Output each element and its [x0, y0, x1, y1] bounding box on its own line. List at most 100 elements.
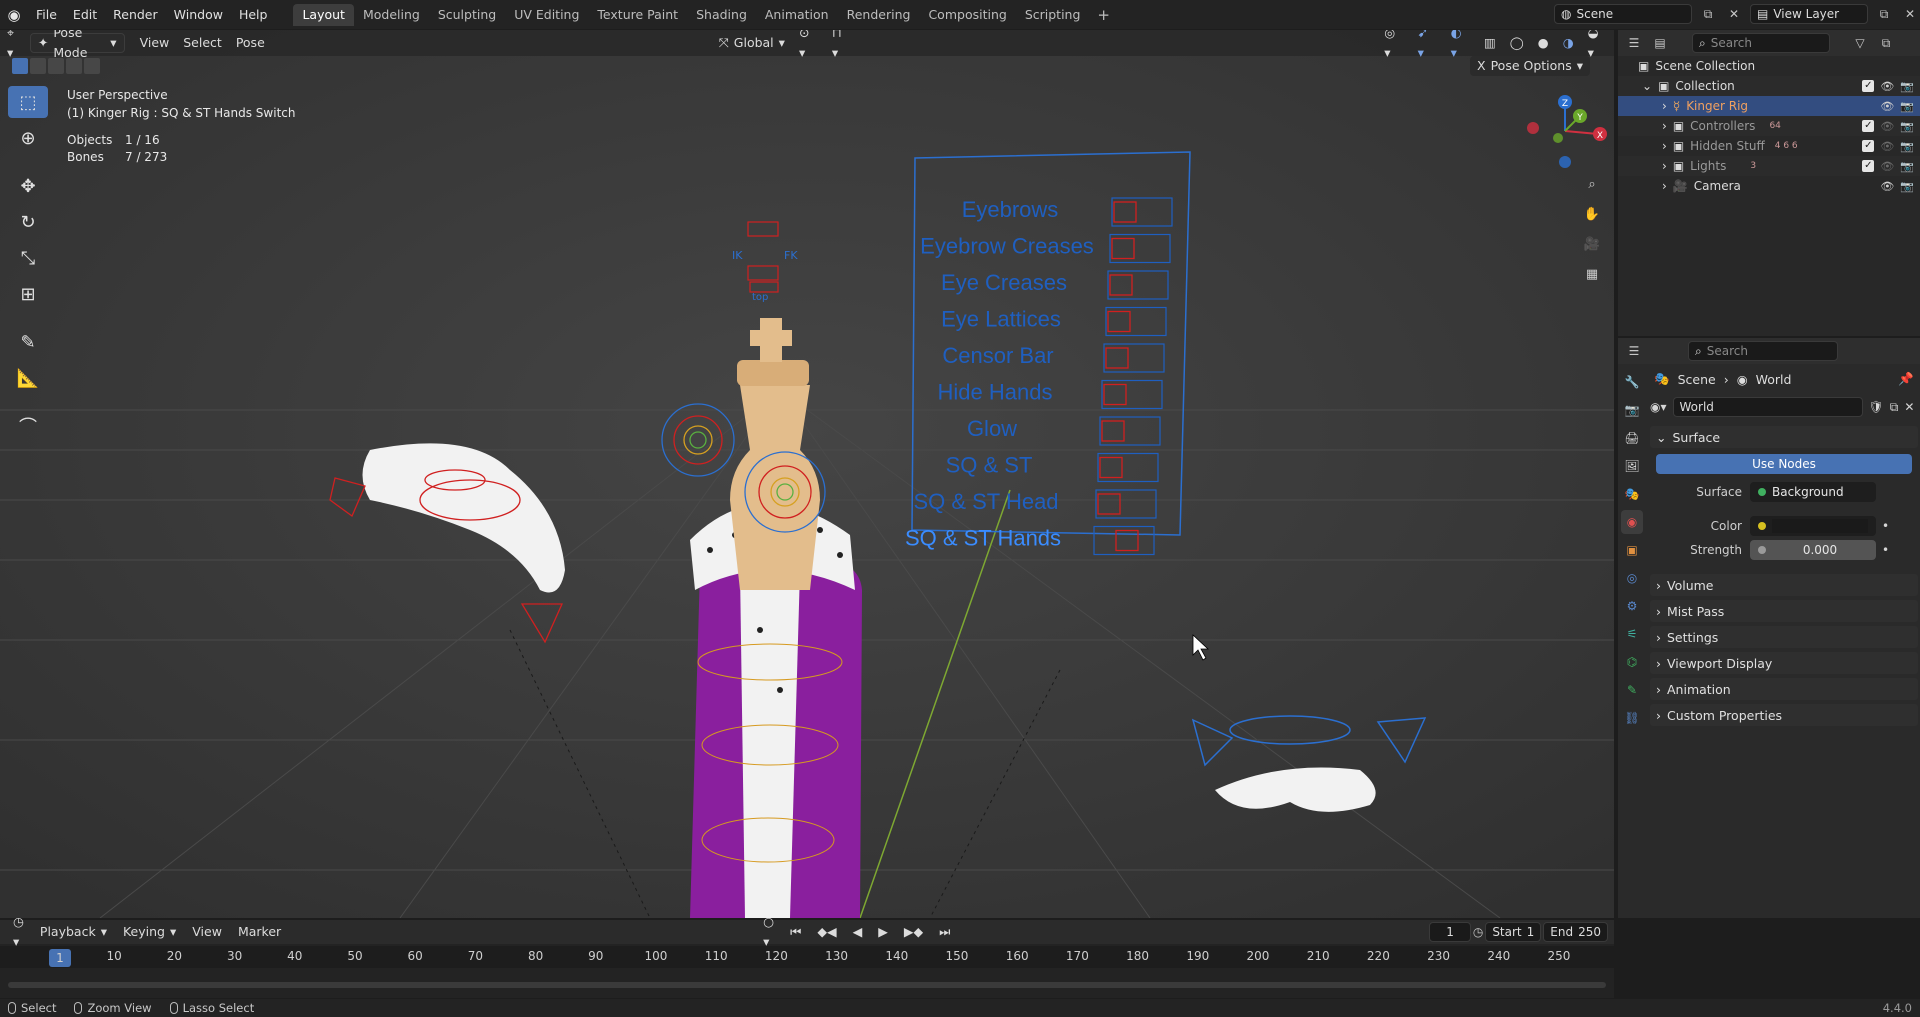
object-data-tab-icon[interactable]: ⌬: [1621, 650, 1643, 674]
animation-panel-header[interactable]: › Animation: [1650, 678, 1918, 700]
camera-icon[interactable]: 📷: [1900, 140, 1914, 153]
auto-key-icon[interactable]: ○ ▾: [756, 914, 781, 949]
outliner-search[interactable]: ⌕ Search: [1692, 33, 1830, 53]
tab-layout[interactable]: Layout: [293, 3, 354, 26]
world-name-field[interactable]: World: [1672, 397, 1863, 417]
3d-viewport[interactable]: Eyebrows Eyebrow Creases Eye Creases Eye La…: [0, 30, 1614, 918]
object-tab-icon[interactable]: ▣: [1621, 538, 1643, 562]
exclude-checkbox[interactable]: ✓: [1862, 159, 1875, 172]
eye-icon[interactable]: 👁: [1880, 160, 1894, 173]
tab-scripting[interactable]: Scripting: [1016, 4, 1090, 26]
outliner-row-hidden-stuff[interactable]: › ▣ Hidden Stuff 4 6 6 ✓ 👁 📷: [1618, 136, 1920, 156]
world-tab-icon[interactable]: ◉: [1621, 510, 1643, 534]
camera-icon[interactable]: 📷: [1900, 100, 1914, 113]
tab-texture-paint[interactable]: Texture Paint: [588, 4, 687, 26]
jump-keyframe-back-icon[interactable]: ◆◀: [810, 922, 843, 942]
keyframe-dot-icon[interactable]: •: [1882, 519, 1889, 533]
keyframe-dot-icon[interactable]: •: [1882, 543, 1889, 557]
tab-animation[interactable]: Animation: [756, 4, 838, 26]
tab-compositing[interactable]: Compositing: [919, 4, 1015, 26]
delete-scene-icon[interactable]: ✕: [1724, 4, 1744, 24]
snap-icon[interactable]: ⊓ ▾: [825, 30, 857, 60]
eye-icon[interactable]: 👁: [1880, 140, 1894, 153]
pivot-icon[interactable]: ⊙ ▾: [792, 30, 825, 60]
camera-icon[interactable]: 📷: [1900, 120, 1914, 133]
gizmo-toggle-icon[interactable]: ➹ ▾: [1411, 30, 1444, 60]
shading-solid-icon[interactable]: ●: [1531, 33, 1556, 53]
surface-panel-header[interactable]: ⌄ Surface: [1650, 426, 1918, 448]
frame-ruler[interactable]: 1 10 20 30 40 50 60 70 80 90 100 110 120 130 140 150 160…: [0, 946, 1614, 968]
exclude-checkbox[interactable]: ✓: [1862, 139, 1875, 152]
menu-render[interactable]: Render: [105, 4, 166, 26]
editor-type-icon[interactable]: ◷ ▾: [6, 914, 31, 949]
chevron-right-icon[interactable]: ›: [1662, 99, 1667, 113]
shading-wireframe-icon[interactable]: ◯: [1503, 33, 1531, 53]
chevron-right-icon[interactable]: ›: [1662, 119, 1667, 133]
overlay-toggle-icon[interactable]: ◐ ▾: [1444, 30, 1477, 60]
new-view-layer-icon[interactable]: ⧉: [1874, 4, 1894, 24]
add-workspace-button[interactable]: +: [1089, 4, 1118, 26]
editor-type-icon[interactable]: ☰: [1624, 341, 1644, 361]
shading-rendered-icon[interactable]: ◒ ▾: [1581, 30, 1614, 60]
transform-icon[interactable]: ⊞: [8, 278, 48, 310]
camera-icon[interactable]: 📷: [1900, 160, 1914, 173]
menu-file[interactable]: File: [28, 4, 65, 26]
select-extend-icon[interactable]: [30, 58, 46, 74]
menu-pose[interactable]: Pose: [229, 33, 272, 53]
outliner-row-collection[interactable]: ⌄ ▣ Collection ✓ 👁 📷: [1618, 76, 1920, 96]
select-invert-icon[interactable]: [66, 58, 82, 74]
view-layer-tab-icon[interactable]: 🖼: [1621, 454, 1643, 478]
x-mirror-toggle[interactable]: X: [1477, 56, 1486, 76]
play-icon[interactable]: ▶: [871, 922, 895, 942]
close-icon[interactable]: ✕: [1904, 400, 1914, 414]
tab-shading[interactable]: Shading: [687, 4, 756, 26]
mist-pass-panel-header[interactable]: › Mist Pass: [1650, 600, 1918, 622]
surface-shader-field[interactable]: Background: [1750, 482, 1876, 502]
camera-view-icon[interactable]: 🎥: [1580, 232, 1604, 256]
outliner-row-lights[interactable]: › ▣ Lights 3 ✓ 👁 📷: [1618, 156, 1920, 176]
pan-hand-icon[interactable]: ✋: [1580, 202, 1604, 226]
navigation-gizmo[interactable]: Z X Y: [1522, 88, 1612, 178]
orientation-selector[interactable]: ⤧ Global ▾: [712, 33, 792, 53]
annotate-icon[interactable]: ✎: [8, 326, 48, 358]
bone-tab-icon[interactable]: ✎: [1621, 678, 1643, 702]
modifier-tab-icon[interactable]: ◎: [1621, 566, 1643, 590]
tool-tab-icon[interactable]: 🔧: [1621, 370, 1643, 394]
editor-type-button[interactable]: ⌖ ▾: [0, 30, 30, 60]
scale-icon[interactable]: ⤡: [8, 242, 48, 274]
current-frame-field[interactable]: 1: [1429, 922, 1471, 942]
custom-properties-panel-header[interactable]: › Custom Properties: [1650, 704, 1918, 726]
camera-icon[interactable]: 📷: [1900, 80, 1914, 93]
menu-edit[interactable]: Edit: [65, 4, 105, 26]
eye-icon[interactable]: 👁: [1880, 180, 1894, 193]
play-reverse-icon[interactable]: ◀: [846, 922, 870, 942]
volume-panel-header[interactable]: › Volume: [1650, 574, 1918, 596]
use-nodes-button[interactable]: Use Nodes: [1656, 454, 1912, 474]
menu-marker[interactable]: Marker: [231, 922, 288, 942]
menu-playback[interactable]: Playback ▾: [33, 922, 114, 942]
preview-range-icon[interactable]: ◷: [1473, 922, 1483, 942]
eye-icon[interactable]: 👁: [1880, 100, 1894, 113]
render-tab-icon[interactable]: 📷: [1621, 398, 1643, 422]
outliner-row-kinger-rig[interactable]: › ☿ Kinger Rig 👁 📷: [1618, 96, 1920, 116]
color-swatch[interactable]: [1772, 519, 1868, 533]
cursor-icon[interactable]: ⊕: [8, 122, 48, 154]
output-tab-icon[interactable]: 🖨: [1621, 426, 1643, 450]
relax-icon[interactable]: ⌒: [8, 410, 48, 442]
new-collection-icon[interactable]: ⧉: [1876, 33, 1896, 53]
menu-view[interactable]: View: [185, 922, 229, 942]
menu-window[interactable]: Window: [166, 4, 231, 26]
eye-icon[interactable]: 👁: [1880, 80, 1894, 93]
pin-icon[interactable]: 📌: [1898, 371, 1914, 387]
eye-icon[interactable]: 👁: [1880, 120, 1894, 133]
zoom-icon[interactable]: ⌕: [1580, 172, 1604, 196]
tab-modeling[interactable]: Modeling: [354, 4, 429, 26]
mode-selector[interactable]: ✦ Pose Mode ▾: [29, 30, 125, 60]
tab-uv-editing[interactable]: UV Editing: [505, 4, 588, 26]
menu-keying[interactable]: Keying ▾: [116, 922, 183, 942]
timeline-scrollbar[interactable]: [8, 982, 1606, 988]
scene-tab-icon[interactable]: 🎭: [1621, 482, 1643, 506]
viewport-display-panel-header[interactable]: › Viewport Display: [1650, 652, 1918, 674]
chevron-right-icon[interactable]: ›: [1662, 179, 1667, 193]
particles-tab-icon[interactable]: ⚙: [1621, 594, 1643, 618]
